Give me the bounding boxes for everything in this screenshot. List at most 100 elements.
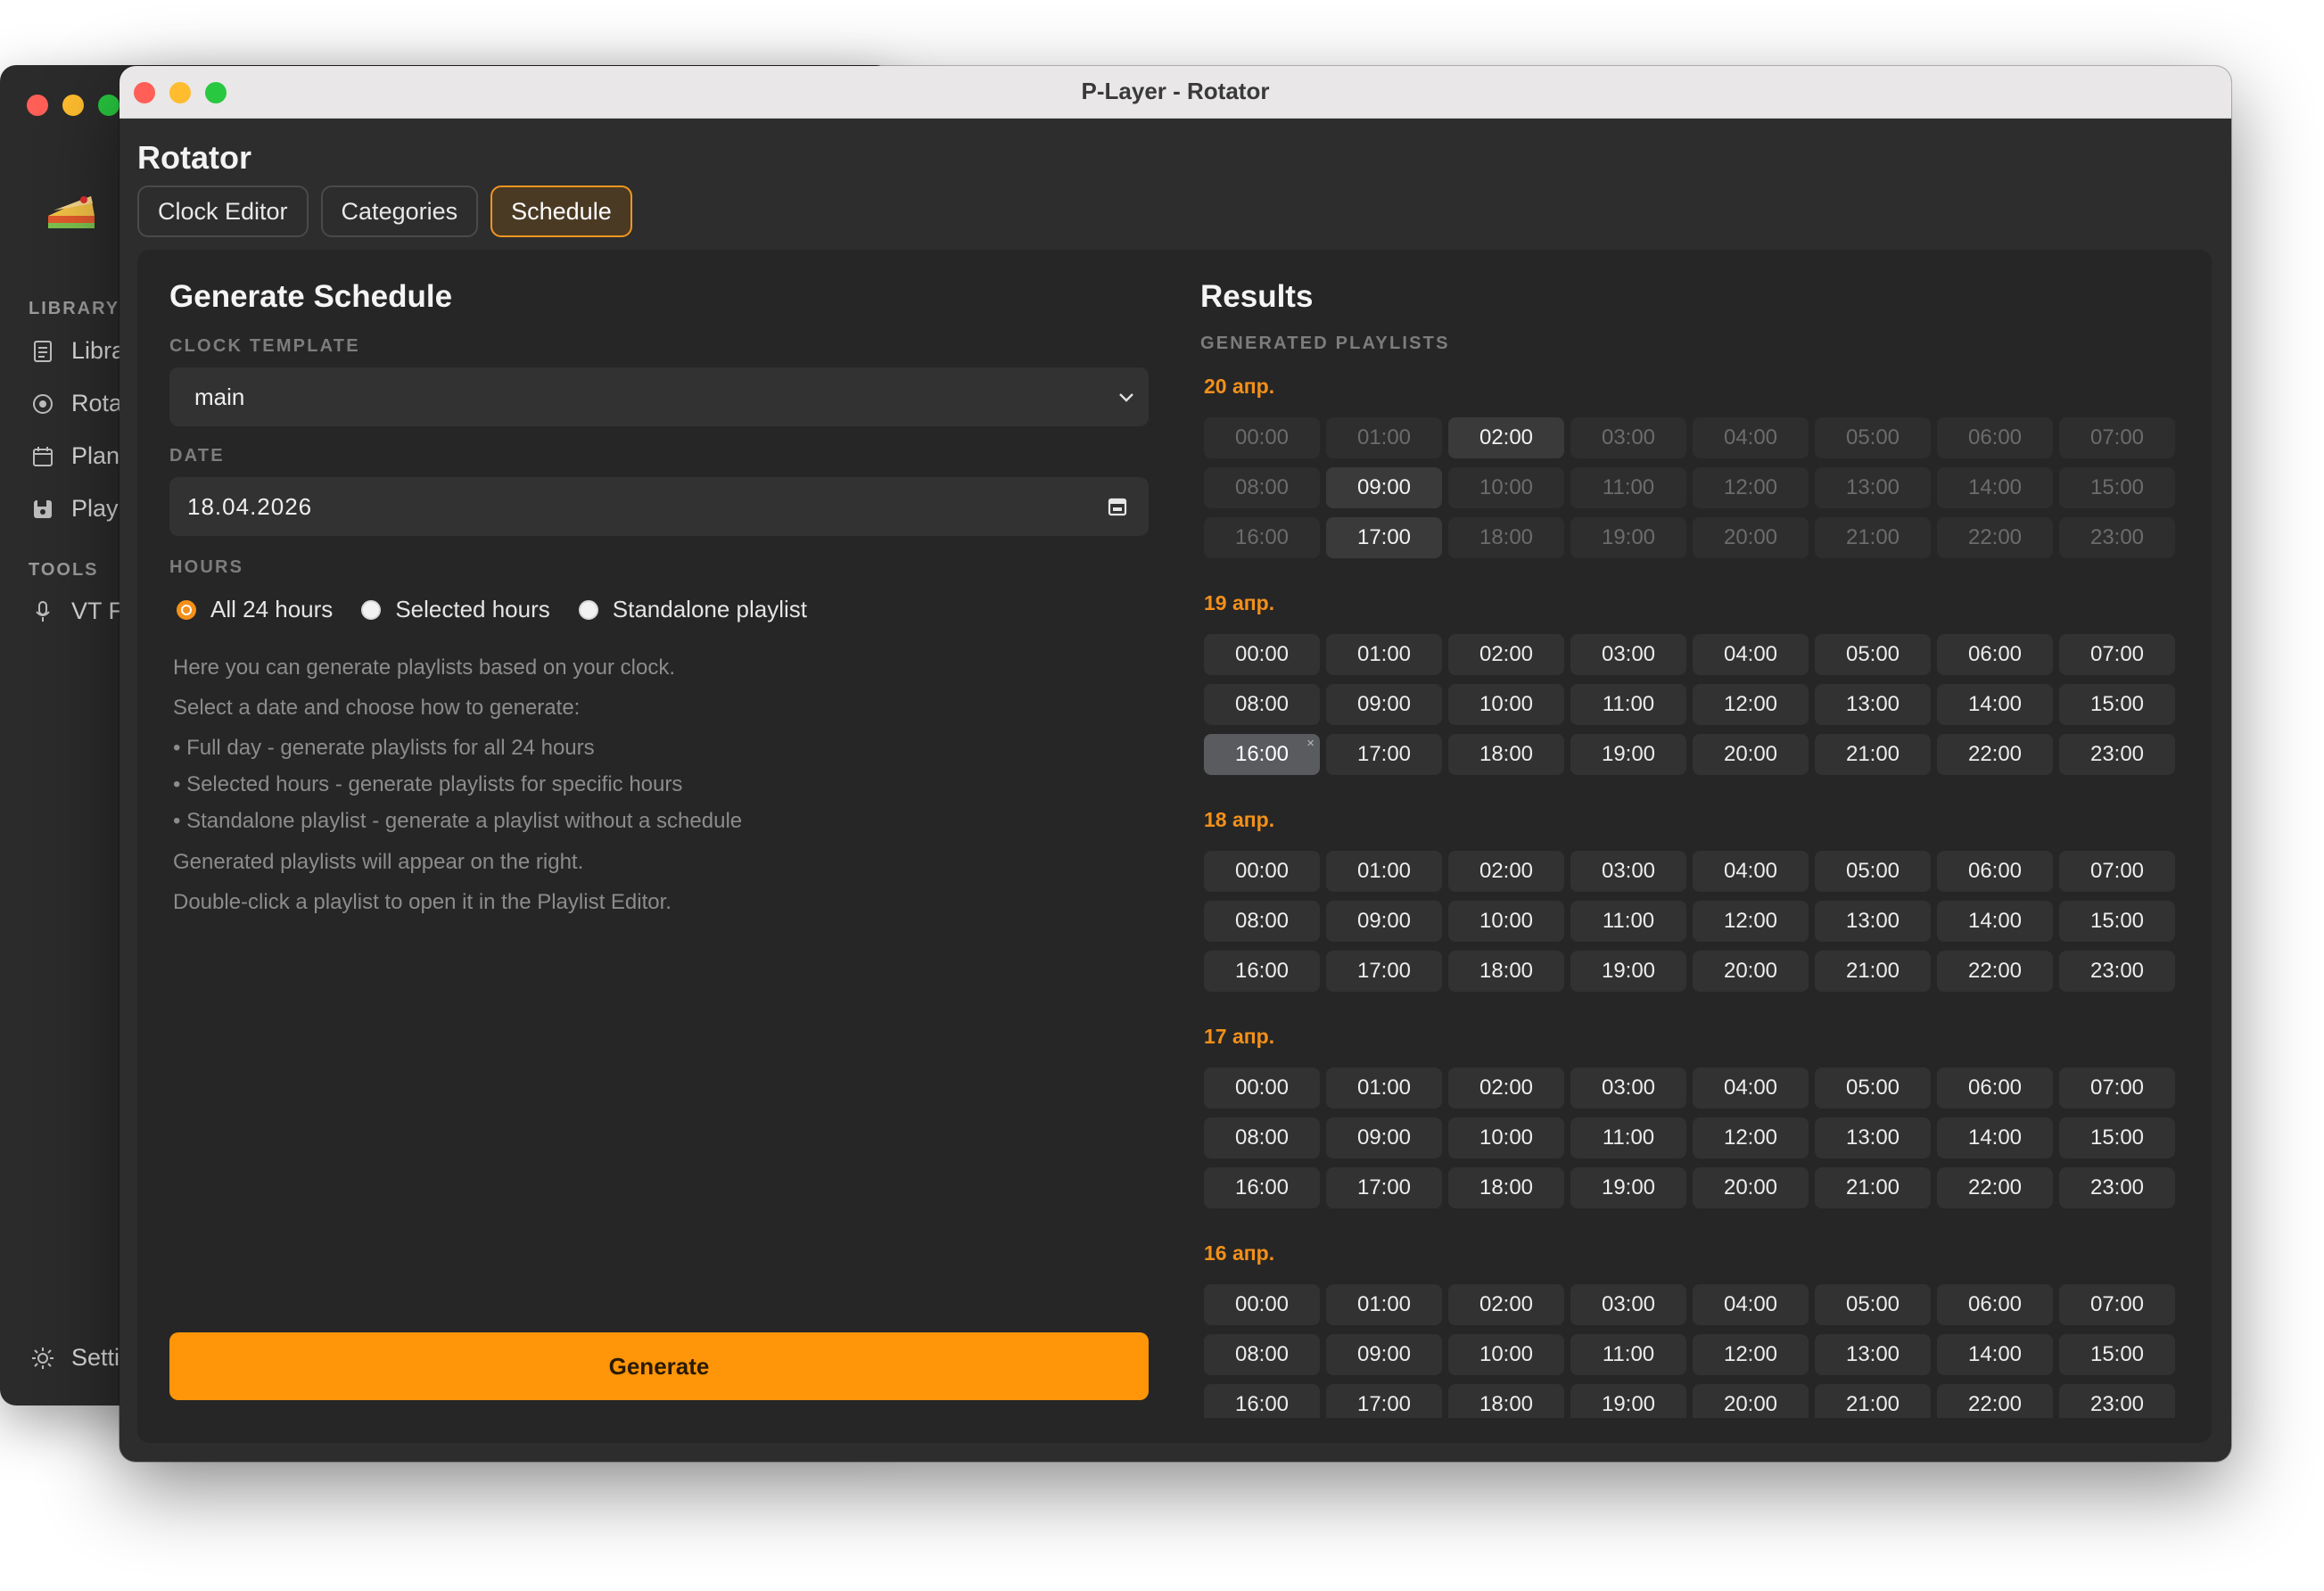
playlist-hour-slot[interactable]: 22:00 [1937, 951, 2053, 992]
playlist-hour-slot[interactable]: 00:00 [1204, 1068, 1320, 1109]
playlist-hour-slot[interactable]: 16:00 × [1204, 734, 1320, 775]
remove-icon[interactable]: × [1306, 736, 1314, 751]
playlist-hour-slot[interactable]: 11:00 [1570, 684, 1686, 725]
playlist-hour-slot[interactable]: 19:00 [1570, 734, 1686, 775]
playlist-hour-slot[interactable]: 00:00 [1204, 1284, 1320, 1325]
playlist-hour-slot[interactable]: 09:00 [1326, 467, 1442, 508]
playlist-hour-slot[interactable]: 16:00 [1204, 1167, 1320, 1208]
playlist-hour-slot[interactable]: 07:00 [2059, 1068, 2175, 1109]
sidebar-item-settings[interactable]: Setti [30, 1344, 119, 1372]
playlist-hour-slot[interactable]: 21:00 [1815, 734, 1931, 775]
playlist-hour-slot[interactable]: 03:00 [1570, 851, 1686, 892]
playlist-hour-slot[interactable]: 18:00 [1448, 1384, 1564, 1418]
playlist-hour-slot[interactable]: 19:00 [1570, 1167, 1686, 1208]
clock-template-select[interactable]: main [169, 367, 1149, 426]
playlist-hour-slot[interactable]: 20:00 [1693, 517, 1809, 558]
playlist-hour-slot[interactable]: 18:00 [1448, 951, 1564, 992]
playlist-hour-slot[interactable]: 05:00 [1815, 1068, 1931, 1109]
playlist-hour-slot[interactable]: 14:00 [1937, 467, 2053, 508]
playlist-hour-slot[interactable]: 01:00 [1326, 634, 1442, 675]
playlist-hour-slot[interactable]: 04:00 [1693, 851, 1809, 892]
playlist-hour-slot[interactable]: 05:00 [1815, 634, 1931, 675]
playlist-hour-slot[interactable]: 13:00 [1815, 901, 1931, 942]
playlist-hour-slot[interactable]: 19:00 [1570, 1384, 1686, 1418]
playlist-hour-slot[interactable]: 13:00 [1815, 1117, 1931, 1158]
playlist-hour-slot[interactable]: 00:00 [1204, 417, 1320, 458]
playlist-hour-slot[interactable]: 15:00 [2059, 1117, 2175, 1158]
radio-selected-hours[interactable]: Selected hours [361, 596, 550, 623]
playlist-hour-slot[interactable]: 07:00 [2059, 417, 2175, 458]
playlist-hour-slot[interactable]: 13:00 [1815, 684, 1931, 725]
playlist-hour-slot[interactable]: 22:00 [1937, 734, 2053, 775]
playlist-hour-slot[interactable]: 13:00 [1815, 467, 1931, 508]
playlist-hour-slot[interactable]: 11:00 [1570, 1334, 1686, 1375]
playlist-hour-slot[interactable]: 08:00 [1204, 467, 1320, 508]
playlist-hour-slot[interactable]: 15:00 [2059, 467, 2175, 508]
tab-categories[interactable]: Categories [320, 185, 479, 237]
calendar-icon[interactable] [1106, 495, 1129, 518]
playlist-hour-slot[interactable]: 17:00 [1326, 734, 1442, 775]
playlist-hour-slot[interactable]: 08:00 [1204, 901, 1320, 942]
playlist-hour-slot[interactable]: 08:00 [1204, 1117, 1320, 1158]
playlist-hour-slot[interactable]: 05:00 [1815, 417, 1931, 458]
zoom-icon[interactable] [98, 95, 119, 116]
playlist-hour-slot[interactable]: 01:00 [1326, 1284, 1442, 1325]
playlist-hour-slot[interactable]: 14:00 [1937, 684, 2053, 725]
playlist-hour-slot[interactable]: 02:00 [1448, 1068, 1564, 1109]
playlist-hour-slot[interactable]: 12:00 [1693, 467, 1809, 508]
playlist-hour-slot[interactable]: 21:00 [1815, 951, 1931, 992]
playlist-hour-slot[interactable]: 10:00 [1448, 1334, 1564, 1375]
sidebar-item-library[interactable]: Libra [30, 337, 125, 365]
playlist-hour-slot[interactable]: 09:00 [1326, 1117, 1442, 1158]
playlist-hour-slot[interactable]: 09:00 [1326, 901, 1442, 942]
playlist-hour-slot[interactable]: 07:00 [2059, 851, 2175, 892]
close-icon[interactable] [27, 95, 48, 116]
playlist-hour-slot[interactable]: 01:00 [1326, 851, 1442, 892]
playlist-hour-slot[interactable]: 03:00 [1570, 1068, 1686, 1109]
playlist-hour-slot[interactable]: 17:00 [1326, 951, 1442, 992]
playlist-hour-slot[interactable]: 02:00 [1448, 417, 1564, 458]
playlist-hour-slot[interactable]: 14:00 [1937, 901, 2053, 942]
playlist-hour-slot[interactable]: 05:00 [1815, 851, 1931, 892]
playlist-hour-slot[interactable]: 10:00 [1448, 901, 1564, 942]
playlist-hour-slot[interactable]: 10:00 [1448, 1117, 1564, 1158]
playlist-hour-slot[interactable]: 12:00 [1693, 901, 1809, 942]
playlist-hour-slot[interactable]: 23:00 [2059, 734, 2175, 775]
radio-standalone[interactable]: Standalone playlist [578, 596, 807, 623]
playlist-hour-slot[interactable]: 12:00 [1693, 1117, 1809, 1158]
sidebar-item-playlists[interactable]: Play [30, 495, 119, 523]
playlist-hour-slot[interactable]: 13:00 [1815, 1334, 1931, 1375]
playlist-hour-slot[interactable]: 06:00 [1937, 417, 2053, 458]
playlist-hour-slot[interactable]: 17:00 [1326, 1384, 1442, 1418]
playlist-hour-slot[interactable]: 04:00 [1693, 417, 1809, 458]
playlist-hour-slot[interactable]: 06:00 [1937, 634, 2053, 675]
playlist-hour-slot[interactable]: 18:00 [1448, 734, 1564, 775]
playlist-hour-slot[interactable]: 03:00 [1570, 634, 1686, 675]
playlist-hour-slot[interactable]: 04:00 [1693, 634, 1809, 675]
playlist-hour-slot[interactable]: 09:00 [1326, 1334, 1442, 1375]
date-input[interactable]: 18.04.2026 [169, 477, 1149, 536]
generate-button[interactable]: Generate [169, 1332, 1149, 1400]
playlist-hour-slot[interactable]: 23:00 [2059, 517, 2175, 558]
sidebar-item-rotator[interactable]: Rota [30, 390, 122, 417]
playlist-hour-slot[interactable]: 08:00 [1204, 1334, 1320, 1375]
playlist-hour-slot[interactable]: 02:00 [1448, 1284, 1564, 1325]
playlist-hour-slot[interactable]: 21:00 [1815, 1384, 1931, 1418]
playlist-hour-slot[interactable]: 02:00 [1448, 634, 1564, 675]
playlist-hour-slot[interactable]: 09:00 [1326, 684, 1442, 725]
playlist-hour-slot[interactable]: 15:00 [2059, 901, 2175, 942]
playlist-hour-slot[interactable]: 06:00 [1937, 1068, 2053, 1109]
playlist-hour-slot[interactable]: 16:00 [1204, 517, 1320, 558]
playlist-hour-slot[interactable]: 12:00 [1693, 684, 1809, 725]
playlist-hour-slot[interactable]: 11:00 [1570, 467, 1686, 508]
playlist-hour-slot[interactable]: 07:00 [2059, 1284, 2175, 1325]
title-bar[interactable]: P-Layer - Rotator [119, 66, 2231, 119]
playlist-hour-slot[interactable]: 21:00 [1815, 1167, 1931, 1208]
playlist-hour-slot[interactable]: 06:00 [1937, 1284, 2053, 1325]
playlist-hour-slot[interactable]: 18:00 [1448, 1167, 1564, 1208]
playlist-hour-slot[interactable]: 15:00 [2059, 1334, 2175, 1375]
playlist-hour-slot[interactable]: 11:00 [1570, 901, 1686, 942]
playlist-hour-slot[interactable]: 06:00 [1937, 851, 2053, 892]
playlist-hour-slot[interactable]: 21:00 [1815, 517, 1931, 558]
tab-schedule[interactable]: Schedule [490, 185, 632, 237]
